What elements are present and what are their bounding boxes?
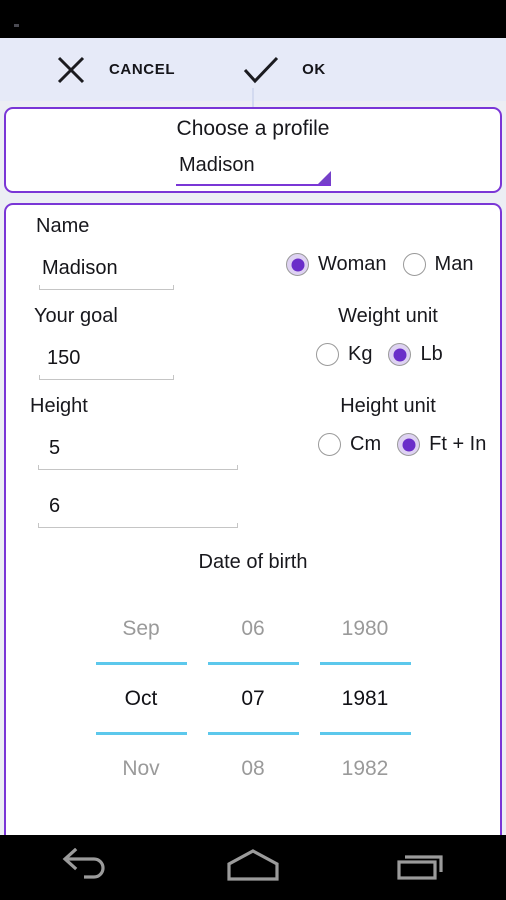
height-feet-input-underline [38,465,238,470]
nav-back-button[interactable] [0,835,169,900]
dob-year-column[interactable]: 1980 1981 1982 [309,595,421,825]
weight-unit-option-lb-label: Lb [420,343,443,365]
app-screen: CANCEL OK Choose a profile Madison Name … [0,0,506,900]
date-of-birth-title: Date of birth [198,551,308,573]
height-unit-option-ftin[interactable]: Ft + In [397,433,486,456]
nav-recents-button[interactable] [337,835,506,900]
dob-day-column[interactable]: 06 07 08 [197,595,309,825]
height-feet-input[interactable]: 5 [40,437,230,460]
home-icon [225,848,281,887]
radio-selected-icon [388,343,412,366]
dob-month-previous[interactable]: Sep [85,595,197,662]
dob-year-selected[interactable]: 1981 [309,665,421,732]
radio-unselected-icon [316,343,339,366]
height-unit-option-cm[interactable]: Cm [318,433,381,456]
recents-icon [395,848,447,887]
name-input[interactable]: Madison [33,257,171,280]
dob-month-next[interactable]: Nov [85,735,197,802]
radio-selected-icon [286,253,309,276]
back-arrow-icon [58,847,110,887]
dob-year-previous[interactable]: 1980 [309,595,421,662]
height-inches-input[interactable]: 6 [40,495,230,518]
gender-radio-group: Woman Man [286,253,473,276]
name-input-underline [39,285,174,290]
cancel-label: CANCEL [109,61,176,78]
height-unit-radio-group: Cm Ft + In [318,433,486,456]
radio-selected-icon [397,433,421,456]
cancel-button[interactable]: CANCEL [0,38,175,101]
goal-input-underline [39,375,174,380]
radio-unselected-icon [402,253,426,276]
name-label: Name [36,215,90,237]
dob-day-next[interactable]: 08 [197,735,309,802]
height-unit-option-cm-label: Cm [350,433,382,455]
action-bar: CANCEL OK [0,38,506,128]
height-inches-input-underline [38,523,238,528]
profile-spinner-value: Madison [179,154,255,176]
close-x-icon [56,55,86,85]
weight-unit-option-lb[interactable]: Lb [388,343,443,366]
height-unit-option-ftin-label: Ft + In [429,433,487,455]
date-of-birth-picker: Sep Oct Nov 06 07 08 1980 1981 1982 [6,595,500,825]
height-unit-title: Height unit [340,395,436,417]
profile-spinner-underline [176,184,331,186]
dob-month-selected[interactable]: Oct [85,665,197,732]
weight-unit-option-kg-label: Kg [348,343,373,365]
radio-unselected-icon [318,433,341,456]
goal-input[interactable]: 150 [38,347,168,370]
profile-form-card: Name Madison Woman Man Your goal 150 Wei… [4,203,502,835]
weight-unit-title: Weight unit [338,305,438,327]
android-navigation-bar [0,835,506,900]
profile-spinner[interactable]: Madison [176,154,331,186]
dob-month-column[interactable]: Sep Oct Nov [85,595,197,825]
weight-unit-radio-group: Kg Lb [316,343,443,366]
gender-option-man[interactable]: Man [402,253,474,276]
goal-label: Your goal [34,305,118,327]
dob-day-selected[interactable]: 07 [197,665,309,732]
profile-card-title: Choose a profile [176,117,330,140]
status-bar-indicator [14,24,19,27]
dob-year-next[interactable]: 1982 [309,735,421,802]
ok-button[interactable]: OK [175,38,326,101]
dob-day-previous[interactable]: 06 [197,595,309,662]
dropdown-triangle-icon [318,171,331,184]
check-icon [243,55,279,85]
ok-label: OK [302,61,326,78]
nav-home-button[interactable] [169,835,338,900]
gender-option-woman-label: Woman [318,253,387,275]
height-label: Height [30,395,88,417]
gender-option-man-label: Man [434,253,474,275]
status-bar [0,0,506,38]
profile-card: Choose a profile Madison [4,107,502,193]
weight-unit-option-kg[interactable]: Kg [316,343,372,366]
gender-option-woman[interactable]: Woman [286,253,387,276]
